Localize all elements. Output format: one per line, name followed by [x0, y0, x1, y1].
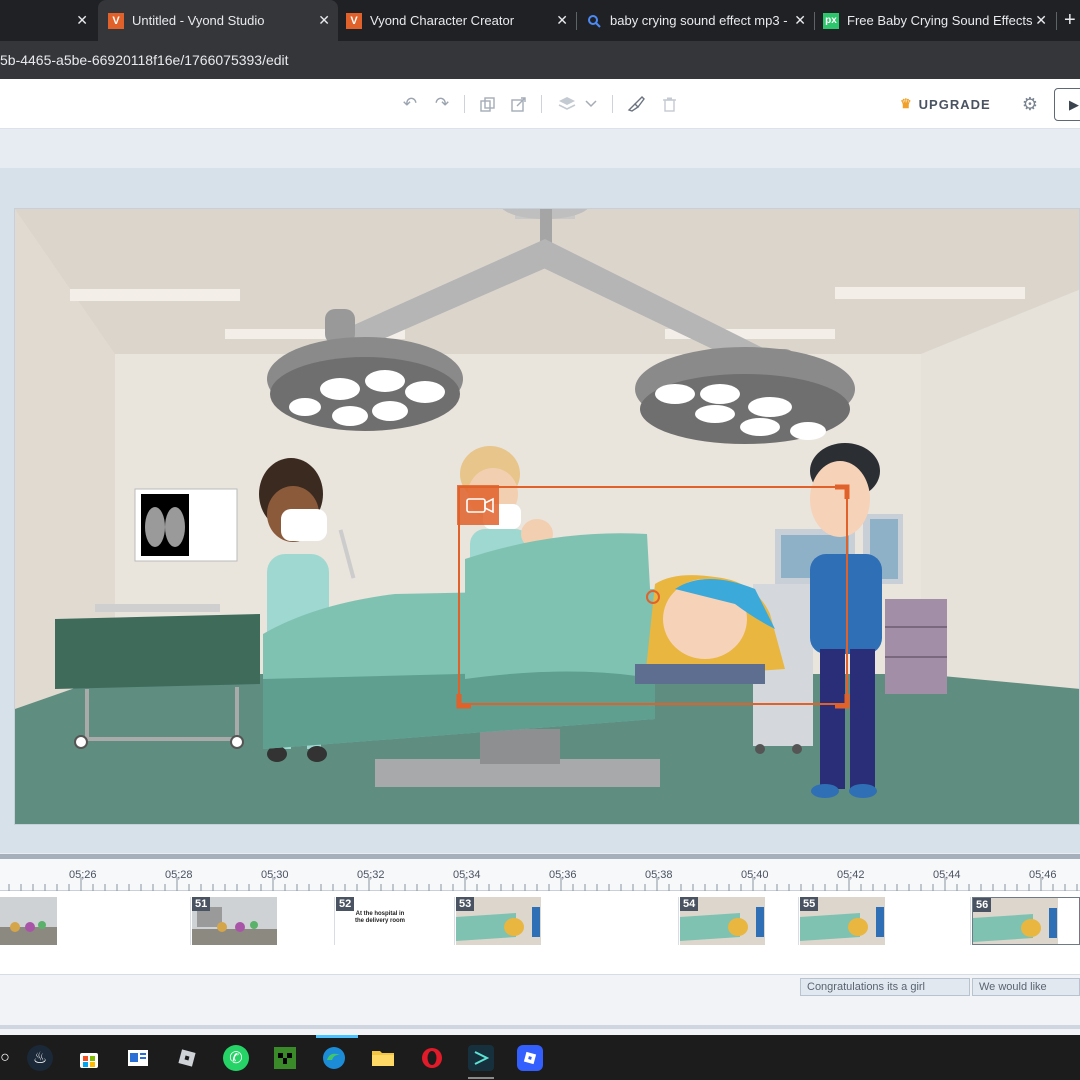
roblox-icon[interactable]: [174, 1045, 200, 1071]
edge-icon[interactable]: [321, 1045, 347, 1071]
active-app-indicator: [316, 1035, 358, 1038]
tab-title: baby crying sound effect mp3 - Se: [610, 13, 790, 28]
browser-tab-bar: ✕ V Untitled - Vyond Studio ✕ V Vyond Ch…: [0, 0, 1080, 41]
scene-clip-52[interactable]: 52 At the hospital in the delivery room: [336, 897, 455, 945]
scene-clip-51[interactable]: 51: [192, 897, 335, 945]
url-text: 5b-4465-a5be-66920118f16e/1766075393/edi…: [0, 52, 289, 68]
scene-clip-56[interactable]: 56: [972, 897, 1080, 945]
scene-number: 53: [456, 897, 475, 911]
scene-clip-53[interactable]: 53: [456, 897, 679, 945]
audio-clip[interactable]: Congratulations its a girl: [800, 978, 970, 996]
audio-clip-label: We would like: [979, 981, 1047, 993]
browser-tab-partial[interactable]: ✕: [0, 0, 98, 41]
scene-caption: At the hospital in the delivery room: [354, 911, 405, 924]
tab-separator: [1056, 12, 1057, 30]
timeline-ruler[interactable]: 05;26 05;28 05;30 05;32 05;34 05;36 05;3…: [0, 859, 1080, 891]
close-tab-icon[interactable]: ✕: [76, 12, 88, 29]
browser-tab-search[interactable]: baby crying sound effect mp3 - Se ✕: [577, 0, 814, 41]
upgrade-label: UPGRADE: [918, 96, 991, 112]
audio-clip[interactable]: We would like: [972, 978, 1080, 996]
editor-toolbar: ↶ ↷ ♛ UPGRADE ⚙ ▶: [0, 79, 1080, 129]
store-icon[interactable]: [76, 1045, 102, 1071]
scene-track: 51 52 At the hospital in the delivery ro…: [0, 891, 1080, 975]
search-icon: [586, 13, 602, 29]
toolbar-divider: [464, 95, 465, 113]
address-bar[interactable]: 5b-4465-a5be-66920118f16e/1766075393/edi…: [0, 41, 1080, 79]
tab-title: Untitled - Vyond Studio: [132, 13, 265, 28]
scene-thumbnail: [0, 897, 57, 945]
tick-label: 05;34: [453, 869, 481, 881]
explorer-icon[interactable]: [370, 1045, 396, 1071]
minecraft-icon[interactable]: [272, 1045, 298, 1071]
undo-icon[interactable]: ↶: [400, 94, 420, 114]
redo-icon[interactable]: ↷: [432, 94, 452, 114]
play-icon: ▶: [1069, 96, 1079, 112]
tick-label: 05;46: [1029, 869, 1057, 881]
trash-icon[interactable]: [659, 94, 679, 114]
ruler-ticks: [8, 877, 1078, 891]
timeline-scrollbar[interactable]: [0, 1025, 1080, 1029]
tab-title: Free Baby Crying Sound Effects Do: [847, 13, 1033, 28]
search-icon[interactable]: ○: [0, 1045, 18, 1071]
browser-tab-vyond-studio[interactable]: V Untitled - Vyond Studio ✕: [98, 0, 338, 41]
steam-icon[interactable]: ♨: [27, 1045, 53, 1071]
windows-taskbar: ○ ♨ ✆: [0, 1035, 1080, 1080]
scene-clip[interactable]: [0, 897, 191, 945]
close-tab-icon[interactable]: ✕: [556, 12, 568, 29]
brush-icon[interactable]: [626, 94, 646, 114]
vyond-icon: V: [108, 12, 124, 29]
close-tab-icon[interactable]: ✕: [318, 12, 330, 29]
scene-number: 54: [680, 897, 699, 911]
tick-label: 05;44: [933, 869, 961, 881]
pixabay-icon: px: [823, 12, 839, 29]
tick-label: 05;36: [549, 869, 577, 881]
vyond-studio-app: ↶ ↷ ♛ UPGRADE ⚙ ▶ 05;26 05;28 05;30 05;3…: [0, 79, 1080, 1035]
tick-label: 05;38: [645, 869, 673, 881]
audio-clip-label: Congratulations its a girl: [807, 981, 926, 993]
stage-top-strip: [0, 130, 1080, 168]
toolbar-divider: [612, 95, 613, 113]
layers-icon[interactable]: [557, 94, 577, 114]
stage-area: [0, 130, 1080, 853]
gear-icon[interactable]: ⚙: [1019, 93, 1041, 115]
scene-clip-54[interactable]: 54: [680, 897, 799, 945]
timeline-panel: 05;26 05;28 05;30 05;32 05;34 05;36 05;3…: [0, 854, 1080, 1035]
close-tab-icon[interactable]: ✕: [1035, 12, 1047, 29]
scene-number: 51: [192, 897, 211, 911]
preview-button[interactable]: ▶: [1054, 88, 1080, 121]
scene-number: 56: [973, 898, 992, 912]
scene-clip-55[interactable]: 55: [800, 897, 971, 945]
vyond-icon: V: [346, 12, 362, 29]
scene-number: 52: [336, 897, 355, 911]
tick-label: 05;30: [261, 869, 289, 881]
upgrade-button[interactable]: ♛ UPGRADE: [900, 94, 991, 114]
paste-icon[interactable]: [509, 94, 529, 114]
tick-label: 05;42: [837, 869, 865, 881]
roblox-studio-icon[interactable]: [517, 1045, 543, 1071]
running-app-indicator: [468, 1077, 494, 1079]
operating-room-scene: [15, 209, 1079, 824]
opera-icon[interactable]: [419, 1045, 445, 1071]
tick-label: 05;26: [69, 869, 97, 881]
news-icon[interactable]: [125, 1045, 151, 1071]
tick-label: 05;40: [741, 869, 769, 881]
scene-number: 55: [800, 897, 819, 911]
audio-track: Congratulations its a girl We would like: [0, 975, 1080, 999]
new-tab-button[interactable]: +: [1064, 0, 1080, 41]
scene-canvas[interactable]: [14, 208, 1080, 825]
chevron-down-icon[interactable]: [581, 94, 601, 114]
browser-tab-character-creator[interactable]: V Vyond Character Creator ✕: [338, 0, 576, 41]
close-tab-icon[interactable]: ✕: [794, 12, 806, 29]
browser-tab-pixabay[interactable]: px Free Baby Crying Sound Effects Do ✕: [815, 0, 1055, 41]
copy-icon[interactable]: [477, 94, 497, 114]
whatsapp-icon[interactable]: ✆: [223, 1045, 249, 1071]
crown-icon: ♛: [900, 96, 913, 111]
capcut-icon[interactable]: [468, 1045, 494, 1071]
tick-label: 05;32: [357, 869, 385, 881]
tick-label: 05;28: [165, 869, 193, 881]
toolbar-divider: [541, 95, 542, 113]
tab-title: Vyond Character Creator: [370, 13, 515, 28]
